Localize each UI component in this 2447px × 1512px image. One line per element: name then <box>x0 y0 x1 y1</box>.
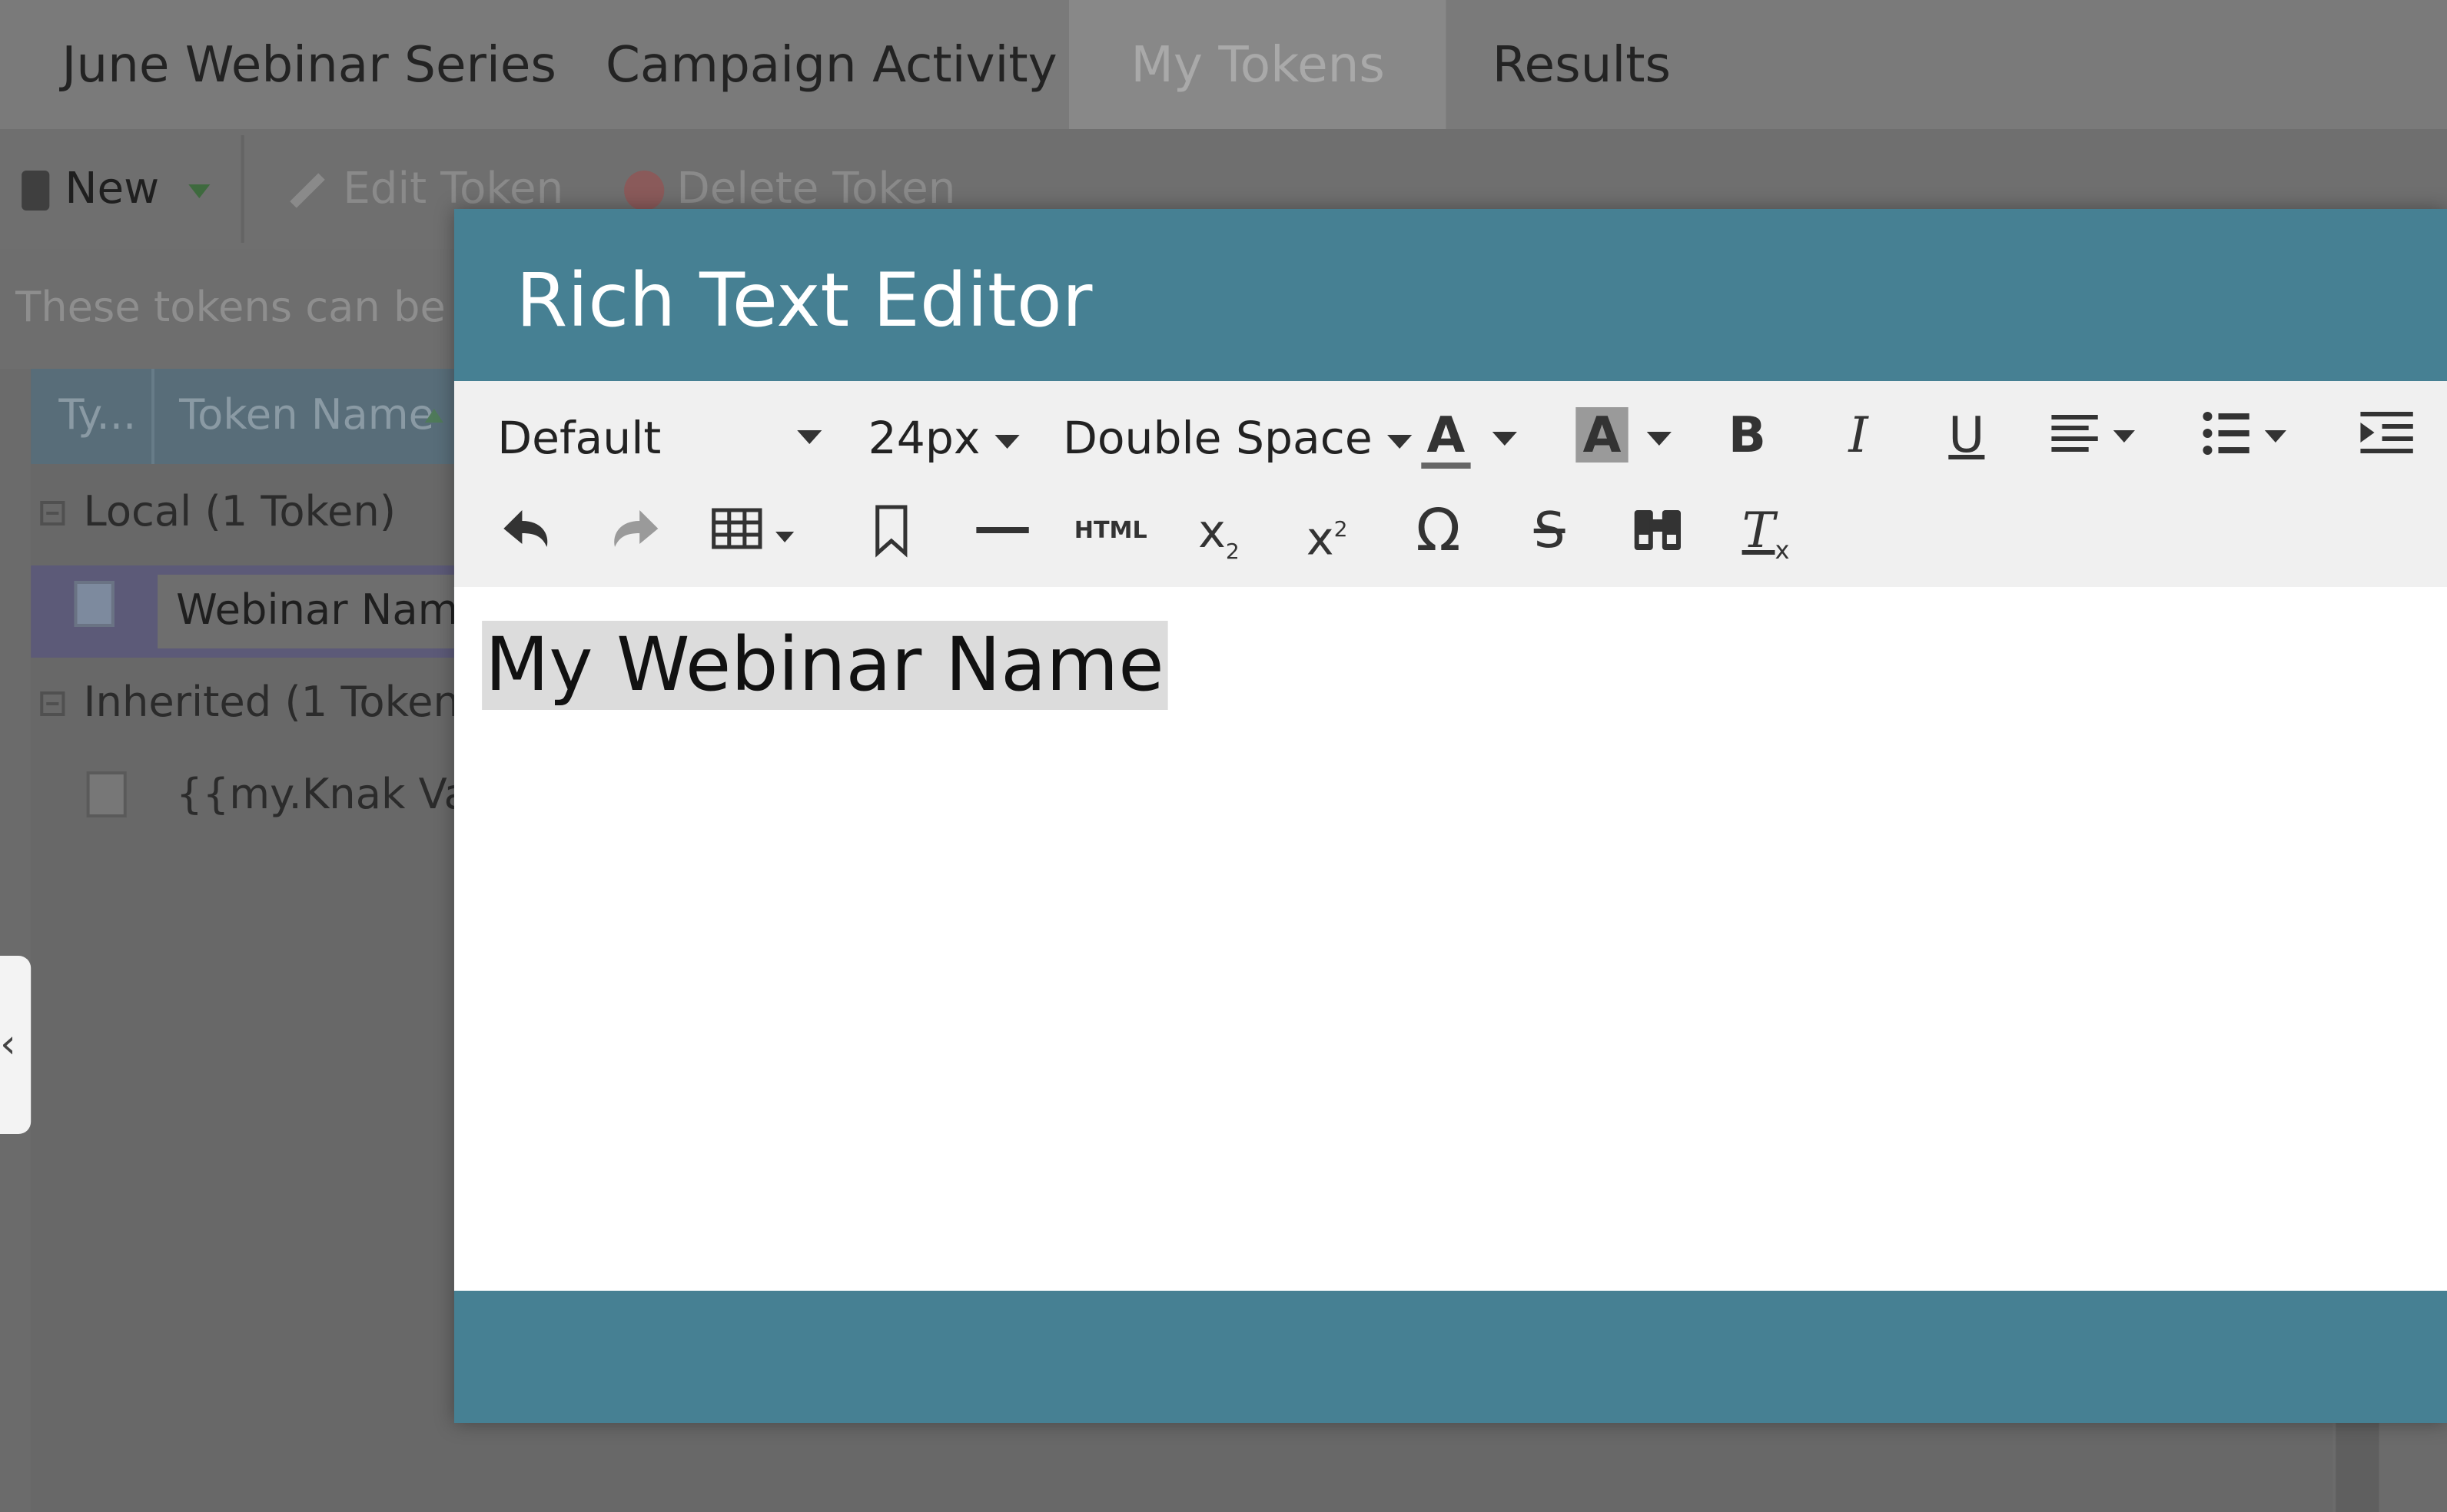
text-color-icon[interactable]: A <box>1421 396 1545 473</box>
horizontal-rule-icon[interactable] <box>964 492 1041 569</box>
italic-icon[interactable]: I <box>1820 396 1898 473</box>
delete-icon <box>624 171 665 211</box>
indent-icon[interactable] <box>2348 396 2425 473</box>
rich-text-token-icon <box>74 581 115 627</box>
group-label: Local (1 Token) <box>83 489 397 536</box>
editor-toolbar: Default 24px Double Space A A B I U HTML… <box>453 381 2447 590</box>
chevron-down-icon <box>797 430 822 444</box>
font-family-select[interactable]: Default <box>497 400 822 476</box>
rich-text-editor-dialog: Rich Text Editor Default 24px Double Spa… <box>453 209 2447 1423</box>
column-token-name[interactable]: Token Name <box>179 369 434 464</box>
app-root: June Webinar Series Campaign Activity My… <box>0 0 2447 1512</box>
collapse-icon[interactable] <box>40 501 65 526</box>
special-character-icon[interactable]: Ω <box>1399 492 1477 569</box>
column-type[interactable]: Ty... <box>58 369 136 464</box>
campaign-tabs: June Webinar Series Campaign Activity My… <box>0 0 2447 129</box>
delete-token-label: Delete Token <box>676 163 956 214</box>
pencil-icon <box>290 173 325 208</box>
background-color-icon[interactable]: A <box>1575 396 1699 473</box>
line-spacing-value: Double Space <box>1062 412 1373 464</box>
strikethrough-icon[interactable]: S <box>1511 492 1589 569</box>
clear-formatting-icon[interactable]: Tx <box>1727 492 1805 569</box>
line-spacing-select[interactable]: Double Space <box>1063 400 1413 476</box>
new-token-icon <box>22 171 50 211</box>
chevron-down-icon <box>1387 434 1413 448</box>
toolbar-divider <box>241 135 244 243</box>
editor-selected-text[interactable]: My Webinar Name <box>482 621 1167 710</box>
collapse-icon[interactable] <box>40 691 65 716</box>
sort-ascending-icon <box>424 409 443 423</box>
tab-june-webinar-series[interactable]: June Webinar Series <box>0 0 618 129</box>
bullet-list-icon[interactable] <box>2196 396 2299 473</box>
column-divider <box>151 369 155 464</box>
edit-token-label: Edit Token <box>343 163 564 214</box>
font-size-select[interactable]: 24px <box>868 400 1021 476</box>
dropdown-arrow-icon <box>188 184 211 197</box>
font-size-value: 24px <box>868 412 981 464</box>
new-button-label: New <box>65 163 160 214</box>
subscript-icon[interactable]: x2 <box>1180 492 1258 569</box>
find-icon[interactable] <box>1619 492 1697 569</box>
superscript-icon[interactable]: x2 <box>1288 492 1366 569</box>
group-label: Inherited (1 Token) <box>83 679 476 727</box>
bold-icon[interactable]: B <box>1708 396 1786 473</box>
new-button[interactable]: New <box>22 129 211 249</box>
align-icon[interactable] <box>2045 396 2147 473</box>
redo-icon[interactable] <box>596 492 674 569</box>
script-token-icon <box>86 771 127 817</box>
tab-campaign-activity[interactable]: Campaign Activity <box>544 0 1120 129</box>
dialog-title: Rich Text Editor <box>516 258 1093 344</box>
table-icon[interactable] <box>705 492 813 569</box>
html-icon[interactable]: HTML <box>1072 492 1150 569</box>
tab-my-tokens[interactable]: My Tokens <box>1068 0 1447 129</box>
chevron-down-icon <box>995 434 1021 448</box>
collapse-panel-handle[interactable]: ‹ <box>0 956 32 1134</box>
tab-results[interactable]: Results <box>1430 0 1732 129</box>
undo-icon[interactable] <box>488 492 566 569</box>
bookmark-icon[interactable] <box>853 492 931 569</box>
editor-content-area[interactable]: My Webinar Name <box>453 587 2447 1291</box>
font-family-value: Default <box>497 412 662 464</box>
underline-icon[interactable]: U <box>1928 396 2006 473</box>
